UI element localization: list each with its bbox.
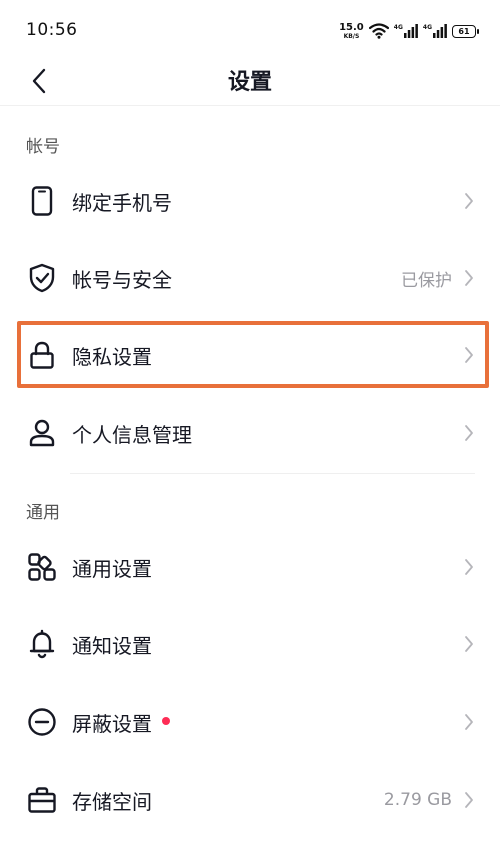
settings-item-privacy[interactable]: 隐私设置: [26, 325, 476, 385]
settings-item-block[interactable]: 屏蔽设置: [26, 692, 476, 752]
chevron-right-icon: [462, 268, 476, 288]
chevron-right-icon: [462, 634, 476, 654]
person-icon: [26, 417, 58, 449]
settings-item-label: 帐号与安全: [72, 267, 172, 292]
sim1-signal: 4G: [394, 24, 418, 38]
nav-bar: 设置: [0, 56, 500, 106]
storage-size: 2.79 GB: [383, 790, 452, 810]
sim2-signal: 4G: [423, 24, 447, 38]
grid-icon: [26, 551, 58, 583]
minus-circle-icon: [26, 706, 58, 738]
settings-item-account-security[interactable]: 帐号与安全 已保护: [26, 248, 476, 308]
settings-item-label: 隐私设置: [72, 344, 152, 369]
status-time: 10:56: [26, 20, 78, 40]
settings-item-notifications[interactable]: 通知设置: [26, 614, 476, 674]
settings-item-label: 通用设置: [72, 556, 152, 581]
chevron-right-icon: [462, 345, 476, 365]
settings-item-label: 屏蔽设置: [72, 711, 152, 736]
storage-box-icon: [26, 784, 58, 816]
status-icons: 15.0 KB/S 4G 4G 61: [339, 21, 479, 41]
settings-item-general[interactable]: 通用设置: [26, 537, 476, 597]
chevron-right-icon: [462, 712, 476, 732]
phone-icon: [26, 185, 58, 217]
settings-item-label: 绑定手机号: [72, 190, 172, 215]
section-header-general: 通用: [26, 503, 60, 523]
sim1-tag: 4G: [393, 24, 403, 31]
battery-icon: 61: [452, 24, 479, 38]
section-divider: [70, 473, 475, 474]
settings-item-storage[interactable]: 存储空间 2.79 GB: [26, 770, 476, 830]
signal-icon: [403, 24, 418, 38]
settings-item-label: 存储空间: [72, 789, 152, 814]
lock-icon: [26, 339, 58, 371]
wifi-icon: [368, 23, 389, 39]
bell-icon: [26, 628, 58, 660]
signal-icon: [433, 24, 447, 38]
chevron-right-icon: [462, 790, 476, 810]
protection-status: 已保护: [401, 270, 452, 291]
section-header-account: 帐号: [26, 137, 60, 157]
network-speed: 15.0 KB/S: [339, 21, 364, 40]
network-speed-unit: KB/S: [343, 32, 360, 40]
notification-dot: [162, 717, 170, 725]
settings-item-bind-phone[interactable]: 绑定手机号: [26, 171, 476, 231]
network-speed-value: 15.0: [339, 21, 364, 33]
chevron-right-icon: [462, 557, 476, 577]
page-title: 设置: [227, 70, 272, 95]
sim2-tag: 4G: [422, 24, 432, 31]
status-bar: 10:56 15.0 KB/S 4G 4G 61: [0, 0, 500, 56]
settings-item-label: 通知设置: [72, 633, 152, 658]
chevron-right-icon: [462, 191, 476, 211]
shield-check-icon: [26, 262, 58, 294]
chevron-right-icon: [462, 423, 476, 443]
settings-item-label: 个人信息管理: [72, 422, 192, 447]
settings-item-personal-info[interactable]: 个人信息管理: [26, 403, 476, 463]
